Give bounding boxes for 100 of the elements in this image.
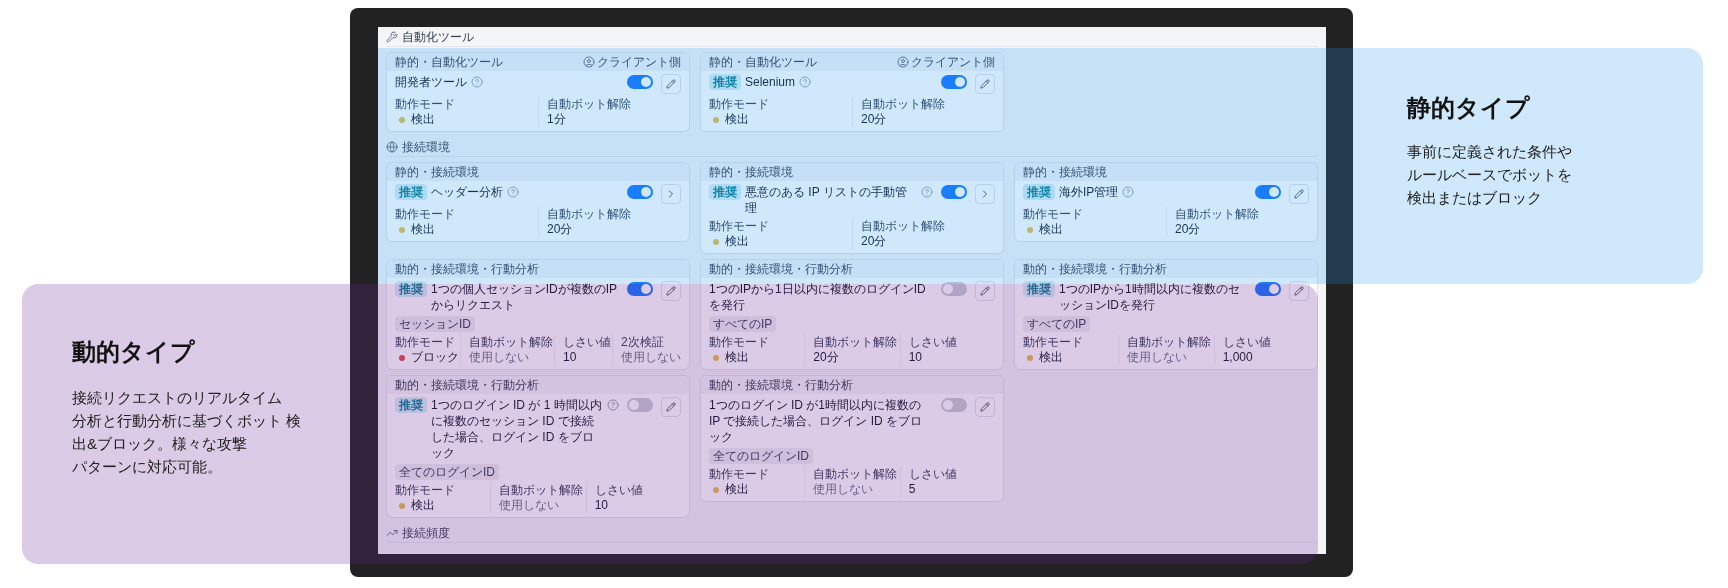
recommended-badge: 推奨 bbox=[1023, 184, 1055, 200]
card-category: 動的・接続環境・行動分析 bbox=[395, 377, 539, 393]
field-value: 検出 bbox=[1039, 350, 1063, 365]
pencil-icon bbox=[1294, 189, 1304, 199]
card-category: 動的・接続環境・行動分析 bbox=[709, 377, 853, 393]
pencil-icon bbox=[980, 402, 990, 412]
toggle-switch[interactable] bbox=[627, 185, 653, 199]
card-category: 静的・接続環境 bbox=[1023, 164, 1107, 180]
wrench-icon bbox=[386, 30, 398, 43]
field-value: 20分 bbox=[813, 350, 840, 365]
field-label: しさい値 bbox=[908, 467, 958, 482]
field-value: 1分 bbox=[547, 112, 567, 127]
rule-title: 1つのログイン ID が1時間以内に複数の IP で接続した場合、ログイン ID をブロック bbox=[709, 397, 924, 445]
scope-tag: 全てのログインID bbox=[395, 464, 499, 480]
help-icon[interactable] bbox=[607, 399, 619, 411]
pencil-icon bbox=[666, 402, 676, 412]
field-label: 動作モード bbox=[709, 467, 770, 482]
field-value: 1,000 bbox=[1222, 350, 1254, 365]
toggle-switch[interactable] bbox=[627, 75, 653, 89]
field-value: 検出 bbox=[411, 498, 435, 513]
recommended-badge: 推奨 bbox=[709, 184, 741, 200]
help-icon[interactable] bbox=[471, 76, 483, 88]
edit-button[interactable] bbox=[661, 74, 681, 94]
edit-button[interactable] bbox=[975, 397, 995, 417]
field-value: 20分 bbox=[861, 112, 888, 127]
scope-tag: すべてのIP bbox=[1023, 316, 1091, 332]
field-value: 10 bbox=[563, 350, 578, 365]
field-label: 自動ボット解除 bbox=[813, 467, 899, 482]
scope-tag: すべてのIP bbox=[709, 316, 777, 332]
field-value: 使用しない bbox=[813, 482, 875, 497]
toggle-switch[interactable] bbox=[941, 75, 967, 89]
card-category: 動的・接続環境・行動分析 bbox=[1023, 261, 1167, 277]
section-label: 自動化ツール bbox=[402, 28, 474, 45]
field-label: 2次検証 bbox=[621, 335, 665, 350]
toggle-switch[interactable] bbox=[941, 282, 967, 296]
open-button[interactable] bbox=[661, 184, 681, 204]
field-value: 20分 bbox=[547, 222, 574, 237]
field-label: 自動ボット解除 bbox=[861, 219, 946, 234]
callout-text-line: 検出またはブロック bbox=[1407, 188, 1542, 208]
edit-button[interactable] bbox=[1289, 281, 1309, 301]
edit-button[interactable] bbox=[975, 74, 995, 94]
field-value: 10 bbox=[908, 350, 923, 365]
field-value: 検出 bbox=[1039, 222, 1063, 237]
rule-title: 1つのログイン ID が 1 時間以内に複数のセッション ID で接続した場合、ログイン ID をブロック bbox=[431, 397, 603, 461]
callout-text-line: 接続リクエストのリアルタイム bbox=[72, 388, 283, 408]
field-value: 検出 bbox=[725, 112, 749, 127]
card-category: 動的・接続環境・行動分析 bbox=[395, 261, 539, 277]
help-icon[interactable] bbox=[1122, 186, 1135, 198]
section-label: 接続頻度 bbox=[402, 524, 450, 541]
toggle-switch[interactable] bbox=[1255, 282, 1281, 296]
toggle-switch[interactable] bbox=[627, 398, 653, 412]
field-label: 自動ボット解除 bbox=[547, 207, 632, 222]
help-icon[interactable] bbox=[921, 186, 933, 198]
toggle-switch[interactable] bbox=[941, 185, 967, 199]
toggle-switch[interactable] bbox=[1255, 185, 1281, 199]
field-label: 動作モード bbox=[709, 335, 770, 350]
pencil-icon bbox=[980, 79, 990, 89]
field-label: 自動ボット解除 bbox=[1127, 335, 1213, 350]
field-label: しさい値 bbox=[563, 335, 611, 350]
field-value: 20分 bbox=[861, 234, 888, 249]
edit-button[interactable] bbox=[1289, 184, 1309, 204]
card-category: 静的・接続環境 bbox=[709, 164, 793, 180]
field-label: 自動ボット解除 bbox=[813, 335, 899, 350]
field-label: 自動ボット解除 bbox=[469, 335, 553, 350]
field-value: ブロック bbox=[411, 350, 459, 365]
field-label: しさい値 bbox=[1222, 335, 1272, 350]
edit-button[interactable] bbox=[661, 281, 681, 301]
callout-text-line: 事前に定義された条件や bbox=[1407, 142, 1572, 162]
recommended-badge: 推奨 bbox=[1023, 281, 1055, 297]
recommended-badge: 推奨 bbox=[395, 281, 427, 297]
field-value: 10 bbox=[594, 498, 609, 513]
card-category: 静的・自動化ツール bbox=[709, 54, 817, 70]
rule-title: ヘッダー分析 bbox=[431, 184, 503, 200]
field-label: 動作モード bbox=[709, 97, 770, 112]
field-value: 検出 bbox=[725, 482, 749, 497]
field-value: 検出 bbox=[411, 112, 435, 127]
field-label: 動作モード bbox=[1023, 207, 1084, 222]
recommended-badge: 推奨 bbox=[395, 397, 427, 413]
field-label: 動作モード bbox=[709, 219, 770, 234]
rule-title: 開発者ツール bbox=[395, 74, 467, 90]
toggle-switch[interactable] bbox=[941, 398, 967, 412]
globe-icon bbox=[386, 140, 398, 153]
help-icon[interactable] bbox=[507, 186, 519, 198]
open-button[interactable] bbox=[975, 184, 995, 204]
edit-button[interactable] bbox=[661, 397, 681, 417]
field-label: 動作モード bbox=[395, 335, 456, 350]
scope-tag: 全てのログインID bbox=[709, 448, 813, 464]
field-value: 使用しない bbox=[1127, 350, 1189, 365]
toggle-switch[interactable] bbox=[627, 282, 653, 296]
card-category: 動的・接続環境・行動分析 bbox=[709, 261, 853, 277]
field-label: 自動ボット解除 bbox=[1175, 207, 1260, 222]
scope-tag: セッションID bbox=[395, 316, 475, 332]
edit-button[interactable] bbox=[975, 281, 995, 301]
field-value: 使用しない bbox=[499, 498, 561, 513]
pencil-icon bbox=[1294, 286, 1304, 296]
card-category: 静的・自動化ツール bbox=[395, 54, 503, 70]
field-value: 検出 bbox=[725, 234, 749, 249]
callout-title: 静的タイプ bbox=[1407, 93, 1530, 123]
user-circle-icon bbox=[897, 56, 909, 68]
help-icon[interactable] bbox=[799, 76, 812, 88]
